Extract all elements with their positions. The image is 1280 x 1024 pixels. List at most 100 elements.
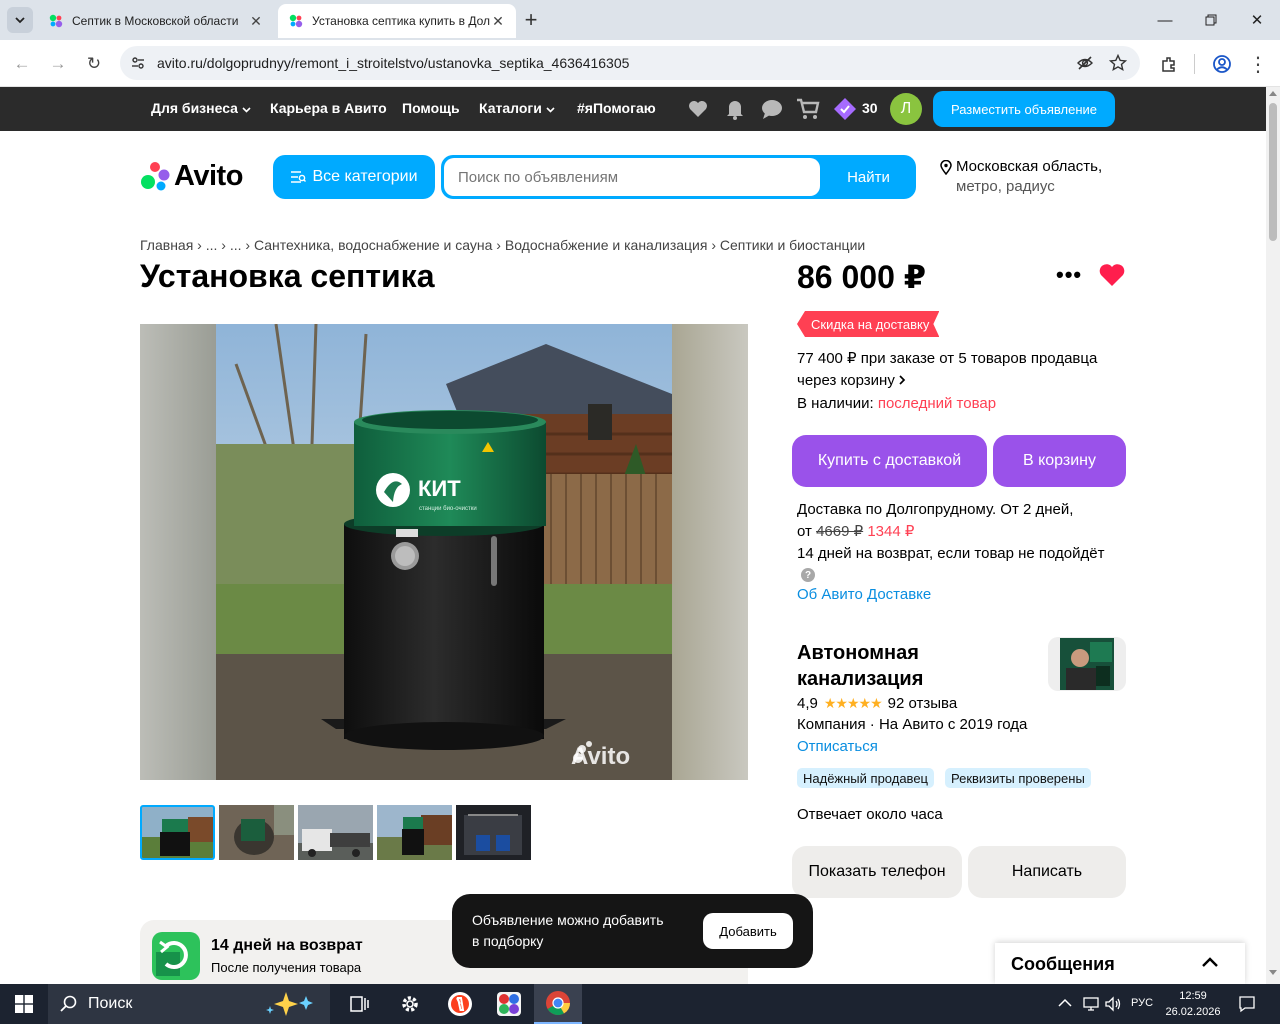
volume-icon[interactable]	[1104, 995, 1122, 1013]
messages-panel[interactable]: Сообщения	[995, 943, 1245, 984]
notifications-icon[interactable]	[1238, 995, 1256, 1013]
tray-chevron-up-icon[interactable]	[1058, 998, 1072, 1008]
chevron-up-icon[interactable]	[1201, 956, 1219, 968]
thumbnail-5[interactable]	[456, 805, 531, 860]
address-bar[interactable]: avito.ru/dolgoprudnyy/remont_i_stroitels…	[120, 46, 1140, 80]
heart-favorite-icon[interactable]	[1098, 262, 1126, 288]
add-to-collection-button[interactable]: Добавить	[703, 913, 793, 949]
nav-catalogs[interactable]: Каталоги	[479, 100, 555, 116]
new-tab-button[interactable]: +	[518, 7, 544, 33]
thumbnail-image	[377, 805, 452, 860]
thumbnail-1[interactable]	[140, 805, 215, 860]
avito-top-nav: Для бизнеса Карьера в Авито Помощь Катал…	[0, 87, 1266, 131]
avito-logo-dots-icon	[141, 162, 170, 191]
thumbnail-4[interactable]	[377, 805, 452, 860]
avatar[interactable]: Л	[890, 93, 922, 125]
reliable-seller-tag[interactable]: Надёжный продавец	[797, 768, 934, 788]
extensions-icon[interactable]	[1155, 50, 1183, 78]
seller-name-line: Автономная	[797, 642, 919, 664]
breadcrumb-item[interactable]: ...	[230, 237, 242, 253]
cart-icon[interactable]	[796, 98, 820, 120]
menu-dots-icon[interactable]: ⋮	[1244, 50, 1272, 78]
nav-for-business[interactable]: Для бизнеса	[151, 100, 251, 116]
seller-avatar[interactable]	[1048, 637, 1126, 691]
search-input[interactable]	[444, 158, 820, 196]
show-phone-button[interactable]: Показать телефон	[792, 846, 962, 898]
reviews-count: 92 отзыва	[887, 695, 958, 712]
breadcrumb-item[interactable]: Септики и биостанции	[720, 237, 865, 253]
heart-favorites-icon[interactable]	[687, 98, 709, 120]
avito-logo[interactable]: Avito	[140, 160, 243, 192]
tank-subtitle-text: станции био-очистки	[419, 506, 477, 512]
more-options-icon[interactable]: •••	[1056, 262, 1082, 288]
taskbar-search[interactable]: Поиск	[48, 984, 330, 1024]
tab-install-septic[interactable]: Установка септика купить в Долгопрудном …	[278, 4, 516, 38]
scrollbar-down-arrow[interactable]	[1269, 970, 1277, 975]
question-icon[interactable]: ?	[801, 568, 815, 582]
close-icon[interactable]: ✕	[490, 13, 506, 30]
nav-i-help[interactable]: #яПомогаю	[577, 100, 656, 116]
bulk-price-info[interactable]: 77 400 ₽ при заказе от 5 товаров продавц…	[797, 348, 1127, 392]
tab-search-button[interactable]	[7, 7, 33, 33]
delivery-line: Доставка по Долгопрудному. От 2 дней,	[797, 501, 1074, 518]
delivery-old-price: 4669 ₽	[816, 523, 864, 540]
breadcrumb-item[interactable]: Водоснабжение и канализация	[505, 237, 708, 253]
write-message-button[interactable]: Написать	[968, 846, 1126, 898]
forward-icon[interactable]: →	[44, 50, 72, 78]
nav-help[interactable]: Помощь	[402, 100, 460, 116]
task-view-icon[interactable]	[336, 984, 384, 1024]
bonus-count[interactable]: 30	[862, 100, 878, 116]
verified-details-tag[interactable]: Реквизиты проверены	[945, 768, 1091, 788]
breadcrumb-item[interactable]: Главная	[140, 237, 193, 253]
scrollbar-up-arrow[interactable]	[1269, 91, 1277, 96]
eye-off-icon[interactable]	[1076, 54, 1094, 72]
bulk-price-line: 77 400 ₽ при заказе от 5 товаров продавц…	[797, 350, 1098, 367]
breadcrumb-item[interactable]: Сантехника, водоснабжение и сауна	[254, 237, 492, 253]
chevron-down-icon	[546, 107, 555, 113]
about-delivery-link[interactable]: Об Авито Доставке	[797, 586, 931, 603]
nav-career[interactable]: Карьера в Авито	[270, 100, 387, 116]
unsubscribe-link[interactable]: Отписаться	[797, 738, 878, 755]
star-bookmark-icon[interactable]	[1109, 54, 1127, 72]
add-to-cart-button[interactable]: В корзину	[993, 435, 1126, 487]
scrollbar-thumb[interactable]	[1269, 103, 1277, 241]
app-grid-icon[interactable]	[485, 984, 533, 1024]
bell-notifications-icon[interactable]	[725, 98, 745, 120]
seller-rating[interactable]: 4,9 ★★★★★ 92 отзыва	[797, 695, 957, 712]
restore-icon[interactable]	[1188, 0, 1234, 40]
tab-septic-moscow[interactable]: Септик в Московской области ✕	[38, 4, 274, 38]
windows-start-icon[interactable]	[0, 984, 48, 1024]
back-icon[interactable]: ←	[8, 50, 36, 78]
main-photo[interactable]: КИТ станции био-очистки Avito	[140, 324, 748, 780]
thumbnail-image	[456, 805, 531, 860]
network-icon[interactable]	[1082, 995, 1100, 1013]
reload-icon[interactable]: ↻	[80, 50, 108, 78]
buy-with-delivery-button[interactable]: Купить с доставкой	[792, 435, 987, 487]
all-categories-button[interactable]: Все категории	[273, 155, 435, 199]
page-scrollbar[interactable]	[1266, 87, 1280, 984]
close-icon[interactable]: ✕	[248, 13, 264, 30]
search-button[interactable]: Найти	[821, 155, 916, 199]
chat-bubble-icon[interactable]	[760, 98, 784, 120]
seller-name[interactable]: Автономная канализация	[797, 640, 923, 692]
profile-icon[interactable]	[1208, 50, 1236, 78]
site-settings-icon[interactable]	[130, 55, 146, 71]
location-pin-icon	[940, 160, 952, 175]
yandex-browser-icon[interactable]	[436, 984, 484, 1024]
return-box-icon	[152, 932, 200, 980]
chrome-icon[interactable]	[534, 984, 582, 1024]
close-window-icon[interactable]: ✕	[1234, 0, 1280, 40]
minimize-icon[interactable]: —	[1142, 0, 1188, 40]
bonus-ticket-icon[interactable]	[833, 97, 857, 121]
chevron-right-icon	[899, 375, 906, 385]
language-indicator[interactable]: РУС	[1131, 997, 1153, 1009]
windows-taskbar: Поиск РУС 12:59 26.02.2026	[0, 984, 1280, 1024]
settings-gear-icon[interactable]	[386, 984, 434, 1024]
breadcrumb-item[interactable]: ...	[206, 237, 218, 253]
thumbnail-3[interactable]	[298, 805, 373, 860]
clock[interactable]: 12:59 26.02.2026	[1164, 988, 1222, 1020]
toast-text: Объявление можно добавить в подборку	[472, 910, 664, 952]
thumbnail-2[interactable]	[219, 805, 294, 860]
post-ad-button[interactable]: Разместить объявление	[933, 91, 1115, 127]
location-selector[interactable]: Московская область, метро, радиус	[940, 157, 1102, 197]
